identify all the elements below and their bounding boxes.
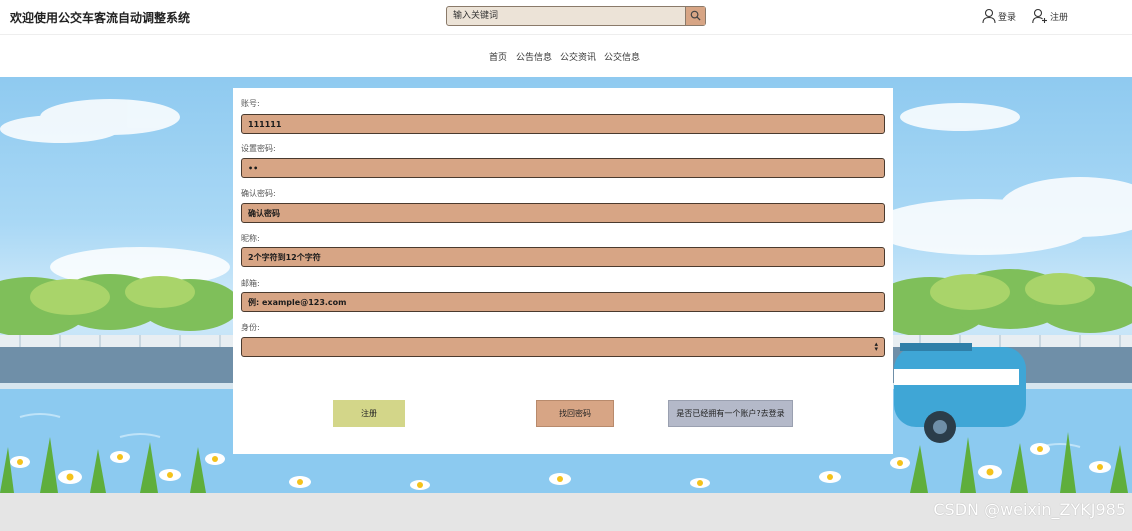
- confirm-password-label: 确认密码:: [241, 189, 276, 198]
- nickname-input[interactable]: [241, 247, 885, 267]
- email-label: 邮箱:: [241, 279, 260, 288]
- go-login-button[interactable]: 是否已经拥有一个账户?去登录: [668, 400, 793, 427]
- top-header: 欢迎使用公交车客流自动调整系统 登录 注册: [0, 0, 1132, 35]
- nickname-label: 昵称:: [241, 234, 260, 243]
- password-input[interactable]: [241, 158, 885, 178]
- retrieve-password-button[interactable]: 找回密码: [536, 400, 614, 427]
- register-link[interactable]: 注册: [1032, 7, 1068, 25]
- select-arrows-icon: ▴ ▾: [874, 340, 878, 353]
- search-box: [446, 6, 706, 26]
- account-label: 账号:: [241, 99, 260, 108]
- login-link[interactable]: 登录: [982, 7, 1016, 25]
- register-label: 注册: [1050, 12, 1069, 23]
- main-nav: 首页 公告信息 公交资讯 公交信息: [0, 35, 1132, 77]
- account-input[interactable]: [241, 114, 885, 134]
- confirm-password-input[interactable]: [241, 203, 885, 223]
- nav-item-home[interactable]: 首页: [489, 50, 507, 63]
- site-title: 欢迎使用公交车客流自动调整系统: [10, 11, 191, 25]
- nav-item-bus-info[interactable]: 公交信息: [604, 50, 640, 63]
- search-input[interactable]: [447, 7, 685, 25]
- register-button[interactable]: 注册: [333, 400, 405, 427]
- password-label: 设置密码:: [241, 144, 276, 153]
- add-user-icon: [1032, 8, 1047, 24]
- user-icon: [982, 8, 996, 24]
- email-input[interactable]: [241, 292, 885, 312]
- register-form: 账号: 设置密码: 确认密码: 昵称: 邮箱: 身份: ▴▾ 注册 找回密码 是…: [233, 88, 893, 454]
- identity-select[interactable]: ▴ ▾: [241, 337, 885, 357]
- nav-item-bus-news[interactable]: 公交资讯: [560, 50, 596, 63]
- identity-label: 身份:: [241, 323, 260, 332]
- csdn-watermark: CSDN @weixin_ZYKJ985: [933, 500, 1126, 519]
- search-icon: [690, 10, 701, 21]
- search-button[interactable]: [685, 7, 705, 25]
- nav-item-announcements[interactable]: 公告信息: [516, 50, 552, 63]
- login-label: 登录: [998, 12, 1017, 23]
